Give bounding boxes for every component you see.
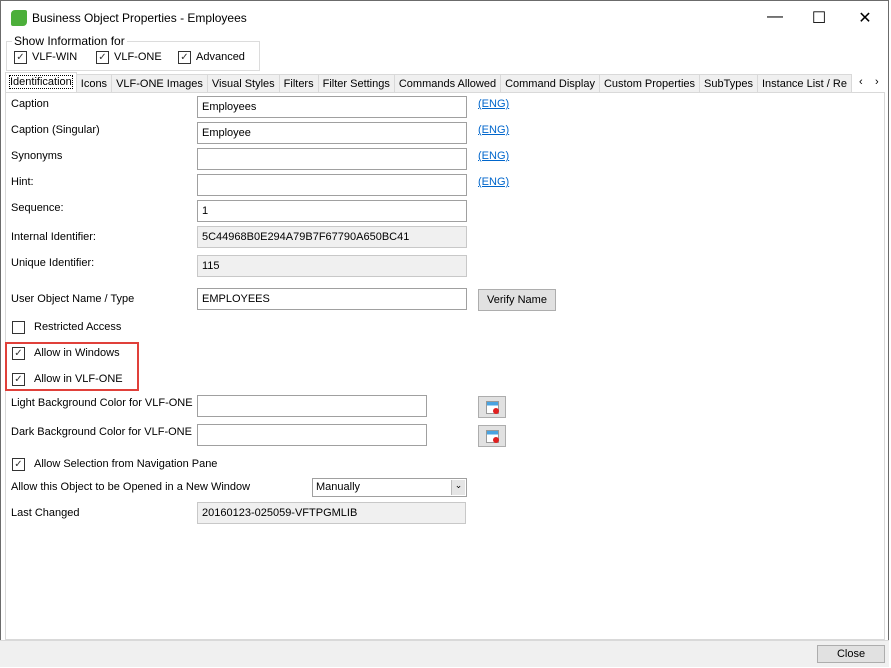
close-button[interactable]: Close [817, 645, 885, 663]
dark-bg-input[interactable] [197, 424, 427, 446]
vlf-one-label: VLF-ONE [114, 51, 162, 63]
sequence-input[interactable]: 1 [197, 200, 467, 222]
tab-filter-settings[interactable]: Filter Settings [318, 74, 395, 93]
advanced-label: Advanced [196, 51, 245, 63]
caption-input[interactable]: Employees [197, 96, 467, 118]
allow-vlfone-label: Allow in VLF-ONE [34, 373, 123, 385]
tab-commands-allowed[interactable]: Commands Allowed [394, 74, 502, 93]
tab-command-display[interactable]: Command Display [501, 74, 600, 93]
tab-scroll-left-icon[interactable]: ‹ [859, 76, 863, 88]
caption-label: Caption [11, 98, 49, 110]
user-object-label: User Object Name / Type [11, 293, 135, 305]
sequence-label: Sequence: [11, 202, 64, 214]
hint-eng-link[interactable]: (ENG) [478, 176, 509, 188]
user-object-input[interactable]: EMPLOYEES [197, 288, 467, 310]
unique-id-field: 115 [197, 255, 467, 277]
tab-icons[interactable]: Icons [76, 74, 113, 93]
allow-selection-checkbox[interactable]: ✓ [12, 458, 25, 471]
allow-vlfone-checkbox[interactable]: ✓ [12, 373, 25, 386]
tab-instance-list[interactable]: Instance List / Re [757, 74, 852, 93]
new-window-select[interactable]: Manually ⌄ [312, 478, 467, 497]
caption-singular-eng-link[interactable]: (ENG) [478, 124, 509, 136]
synonyms-label: Synonyms [11, 150, 63, 162]
minimize-button[interactable]: — [765, 8, 785, 26]
restricted-access-label: Restricted Access [34, 321, 122, 333]
caption-eng-link[interactable]: (ENG) [478, 98, 509, 110]
caption-singular-input[interactable]: Employee [197, 122, 467, 144]
light-color-picker-button[interactable] [478, 396, 506, 418]
new-window-label: Allow this Object to be Opened in a New … [11, 481, 251, 493]
last-changed-field: 20160123-025059-VFTPGMLIB [197, 502, 466, 524]
allow-windows-label: Allow in Windows [34, 347, 120, 359]
show-info-label: Show Information for [12, 34, 127, 48]
synonyms-eng-link[interactable]: (ENG) [478, 150, 509, 162]
footer-bar [0, 640, 889, 667]
tab-custom-properties[interactable]: Custom Properties [599, 74, 701, 93]
tab-identification[interactable]: Identification [5, 72, 77, 92]
advanced-checkbox[interactable]: ✓ [178, 51, 191, 64]
tab-scroll-right-icon[interactable]: › [875, 76, 879, 88]
dark-bg-label: Dark Background Color for VLF-ONE [11, 426, 192, 438]
internal-id-label: Internal Identifier: [11, 231, 96, 243]
internal-id-field: 5C44968B0E294A79B7F67790A650BC41 [197, 226, 467, 248]
last-changed-label: Last Changed [11, 507, 80, 519]
vlf-win-label: VLF-WIN [32, 51, 78, 63]
verify-name-button[interactable]: Verify Name [478, 289, 556, 311]
hint-label: Hint: [11, 176, 34, 188]
tab-vlf-one-images[interactable]: VLF-ONE Images [112, 74, 208, 93]
tab-filters[interactable]: Filters [279, 74, 319, 93]
app-icon [11, 10, 27, 26]
allow-windows-checkbox[interactable]: ✓ [12, 347, 25, 360]
tab-subtypes[interactable]: SubTypes [700, 74, 758, 93]
caption-singular-label: Caption (Singular) [11, 124, 100, 136]
light-bg-label: Light Background Color for VLF-ONE [11, 397, 193, 409]
allow-selection-label: Allow Selection from Navigation Pane [34, 458, 218, 470]
maximize-button[interactable]: ☐ [809, 8, 829, 28]
close-window-button[interactable]: ✕ [855, 8, 875, 28]
chevron-down-icon[interactable]: ⌄ [451, 480, 465, 495]
tab-strip: Identification Icons VLF-ONE Images Visu… [5, 72, 852, 93]
synonyms-input[interactable] [197, 148, 467, 170]
window-title: Business Object Properties - Employees [32, 11, 247, 25]
dark-color-picker-button[interactable] [478, 425, 506, 447]
vlf-win-checkbox[interactable]: ✓ [14, 51, 27, 64]
light-bg-input[interactable] [197, 395, 427, 417]
tab-visual-styles[interactable]: Visual Styles [207, 74, 280, 93]
vlf-one-checkbox[interactable]: ✓ [96, 51, 109, 64]
unique-id-label: Unique Identifier: [11, 257, 95, 269]
restricted-access-checkbox[interactable] [12, 321, 25, 334]
hint-input[interactable] [197, 174, 467, 196]
